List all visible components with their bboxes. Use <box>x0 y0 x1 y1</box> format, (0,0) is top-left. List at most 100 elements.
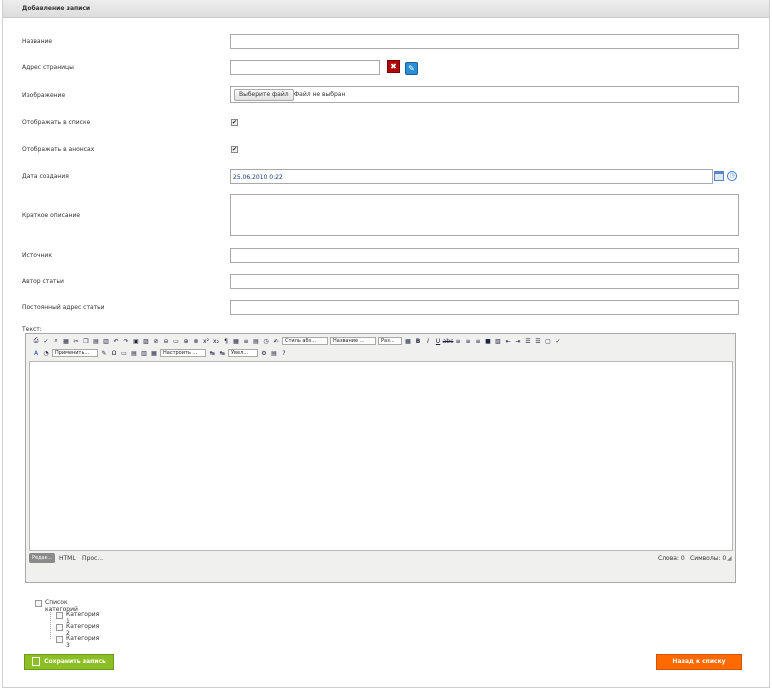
source-input[interactable] <box>230 248 739 263</box>
paste-special-icon[interactable]: ▥ <box>102 337 110 345</box>
save-button[interactable]: Сохранить запись <box>24 654 114 670</box>
font-color-icon[interactable]: A <box>32 349 40 357</box>
name-input[interactable] <box>230 34 739 49</box>
align-right-icon[interactable]: ≡ <box>474 337 482 345</box>
rtl-icon[interactable]: ↹ <box>218 349 226 357</box>
zoom-out-icon[interactable]: ⊗ <box>192 337 200 345</box>
superscript-icon[interactable]: x² <box>202 337 210 345</box>
file-input[interactable]: Выберите файл Файл не выбран <box>230 86 739 103</box>
indent-icon[interactable]: ⇥ <box>514 337 522 345</box>
insert-media-icon[interactable]: ▭ <box>120 349 128 357</box>
tab-html[interactable]: HTML <box>59 555 76 562</box>
tree-line <box>50 607 52 639</box>
template-icon[interactable]: ▤ <box>252 337 260 345</box>
xhtml-validator-icon[interactable]: ▤ <box>270 349 278 357</box>
editor-status-bar: Редак... HTML Прос... Слова: 0 Символы: … <box>29 553 733 564</box>
clear-format-icon[interactable]: ▧ <box>494 337 502 345</box>
cut-icon[interactable]: ✂ <box>72 337 80 345</box>
insert-snippet-icon[interactable]: ▥ <box>140 349 148 357</box>
tab-preview[interactable]: Прос... <box>82 555 103 562</box>
styles-icon[interactable]: ▦ <box>404 337 412 345</box>
date-time-icon[interactable]: ◷ <box>262 337 270 345</box>
category-2-checkbox[interactable] <box>56 624 63 631</box>
paste-icon[interactable]: ▤ <box>92 337 100 345</box>
module-manager-icon[interactable]: ⚙ <box>260 349 268 357</box>
category-1-checkbox[interactable] <box>56 612 63 619</box>
format-stripper-icon[interactable]: ✎ <box>100 349 108 357</box>
insert-link-icon[interactable]: ⊘ <box>152 337 160 345</box>
show-in-announces-label: Отображать в анонсах <box>22 146 95 153</box>
numbered-list-icon[interactable]: ☰ <box>524 337 532 345</box>
outdent-icon[interactable]: ⇤ <box>504 337 512 345</box>
paragraph-icon[interactable]: ¶ <box>222 337 230 345</box>
permalink-input[interactable] <box>230 300 739 315</box>
permalink-label: Постоянный адрес статьи <box>22 304 105 311</box>
subscript-icon[interactable]: x₂ <box>212 337 220 345</box>
created-date-input[interactable]: 25.06.2010 0:22 <box>230 169 713 184</box>
special-chars-icon[interactable]: Ω <box>110 349 118 357</box>
tab-design[interactable]: Редак... <box>29 553 56 563</box>
insert-image-icon[interactable]: ▨ <box>142 337 150 345</box>
select-all-icon[interactable]: ▦ <box>62 337 70 345</box>
apply-css-select[interactable]: Применить... <box>52 349 98 357</box>
image-manager-icon[interactable]: ▣ <box>132 337 140 345</box>
format-brush-icon[interactable]: ✍ <box>272 337 280 345</box>
find-icon[interactable]: ⌕ <box>52 337 60 345</box>
horizontal-rule-icon[interactable]: ≡ <box>242 337 250 345</box>
document-icon <box>32 657 41 666</box>
underline-icon[interactable]: U <box>434 337 442 345</box>
strikethrough-icon[interactable]: abc <box>443 337 454 345</box>
edit-address-icon[interactable]: ✎ <box>405 62 418 75</box>
justify-icon[interactable]: ■ <box>484 337 492 345</box>
short-description-textarea[interactable] <box>230 194 739 236</box>
remove-link-icon[interactable]: ⊖ <box>162 337 170 345</box>
show-in-list-checkbox[interactable]: ✔ <box>231 119 238 126</box>
show-in-announces-checkbox[interactable]: ✔ <box>231 146 238 153</box>
copy-icon[interactable]: ❐ <box>82 337 90 345</box>
short-description-label: Краткое описание <box>22 212 81 219</box>
image-label: Изображение <box>22 92 66 99</box>
resize-handle-icon[interactable]: ◢ <box>727 555 732 562</box>
source-label: Источник <box>22 252 52 259</box>
back-button-label: Назад к списку <box>672 658 726 665</box>
print-icon[interactable]: ⎙ <box>32 337 40 345</box>
highlight-color-icon[interactable]: ◔ <box>42 349 50 357</box>
insert-form-icon[interactable]: ▤ <box>130 349 138 357</box>
insert-table-icon[interactable]: ▦ <box>232 337 240 345</box>
rich-text-editor: ⎙ ✓ ⌕ ▦ ✂ ❐ ▤ ▥ ↶ ↷ ▣ ▨ ⊘ ⊖ ▭ ⊕ ⊗ x² x₂ … <box>25 333 736 583</box>
back-to-list-button[interactable]: Назад к списку <box>656 654 742 670</box>
undo-icon[interactable]: ↶ <box>112 337 120 345</box>
clock-icon[interactable]: ◷ <box>727 171 737 181</box>
ltr-icon[interactable]: ↹ <box>208 349 216 357</box>
align-center-icon[interactable]: ≡ <box>464 337 472 345</box>
help-icon[interactable]: ? <box>280 349 288 357</box>
words-count: Слова: 0 <box>658 555 685 562</box>
category-3-checkbox[interactable] <box>56 636 63 643</box>
choose-file-button[interactable]: Выберите файл <box>234 89 294 101</box>
form-panel: Добавление записи Название Адрес страниц… <box>2 0 770 688</box>
italic-icon[interactable]: I <box>424 337 432 345</box>
collapse-icon[interactable] <box>35 600 42 607</box>
source-view-icon[interactable]: ▢ <box>544 337 552 345</box>
configure-select[interactable]: Настроить ... <box>160 349 206 357</box>
align-left-icon[interactable]: ≡ <box>454 337 462 345</box>
bullet-list-icon[interactable]: ☰ <box>534 337 542 345</box>
bold-icon[interactable]: B <box>414 337 422 345</box>
page-address-input[interactable] <box>230 60 380 75</box>
configure-icon[interactable]: ▦ <box>150 349 158 357</box>
author-input[interactable] <box>230 274 739 289</box>
redo-icon[interactable]: ↷ <box>122 337 130 345</box>
zoom-in-icon[interactable]: ⊕ <box>182 337 190 345</box>
save-button-label: Сохранить запись <box>44 658 106 665</box>
remove-address-icon[interactable]: ✖ <box>387 60 400 73</box>
font-size-select[interactable]: Раз... <box>378 337 402 345</box>
editor-content-area[interactable] <box>29 361 733 551</box>
document-icon[interactable]: ▭ <box>172 337 180 345</box>
chars-count: Символы: 0 <box>690 555 727 562</box>
spellcheck-icon[interactable]: ✓ <box>42 337 50 345</box>
zoom-select[interactable]: Увел... <box>228 349 258 357</box>
font-name-select[interactable]: Название ... <box>330 337 376 345</box>
paragraph-style-select[interactable]: Стиль абз... <box>282 337 328 345</box>
calendar-icon[interactable] <box>714 171 724 181</box>
spellcheck-toggle-icon[interactable]: ✓ <box>554 337 562 345</box>
